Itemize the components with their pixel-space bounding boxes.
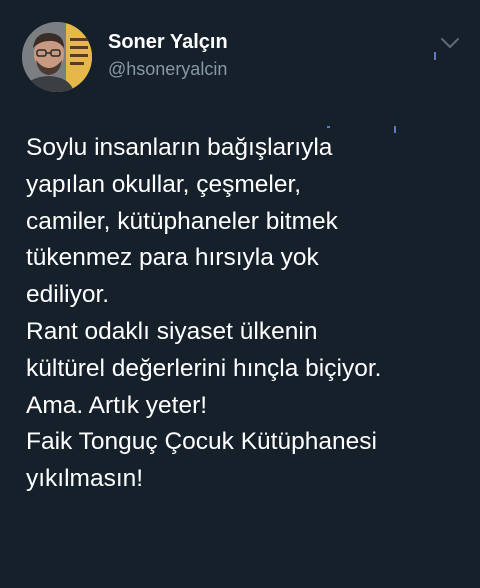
chevron-down-icon[interactable] bbox=[440, 36, 460, 50]
tweet-text-line: Soylu insanların bağışlarıyla bbox=[26, 134, 333, 161]
tweet-text-line: kültürel değerlerini hınçla biçiyor. bbox=[26, 354, 382, 382]
screen-artifact bbox=[434, 52, 436, 60]
tweet-text-line: yapılan okullar, çeşmeler, bbox=[26, 170, 302, 198]
avatar[interactable] bbox=[22, 22, 92, 92]
tweet-text-line: Faik Tonguç Çocuk Kütüphanesi bbox=[26, 428, 377, 456]
tweet-text-line: yıkılmasın! bbox=[26, 465, 144, 493]
tweet-text-line: camiler, kütüphaneler bitmek bbox=[26, 207, 338, 235]
tweet-text: Soylu insanların bağışlarıyla yapılan ok… bbox=[26, 130, 466, 498]
tweet-text-line: Rant odaklı siyaset ülkenin bbox=[26, 317, 318, 345]
tweet: Soner Yalçın @hsoneryalcin Soylu insanla… bbox=[0, 0, 480, 588]
tweet-text-line: tükenmez para hırsıyla yok bbox=[26, 244, 319, 272]
author-handle[interactable]: @hsoneryalcin bbox=[108, 59, 227, 80]
tweet-text-line: ediliyor. bbox=[26, 281, 110, 309]
tweet-text-line: Ama. Artık yeter! bbox=[26, 391, 208, 419]
screen-artifact bbox=[327, 126, 330, 128]
avatar-image bbox=[22, 22, 92, 92]
author-name[interactable]: Soner Yalçın bbox=[108, 31, 228, 54]
